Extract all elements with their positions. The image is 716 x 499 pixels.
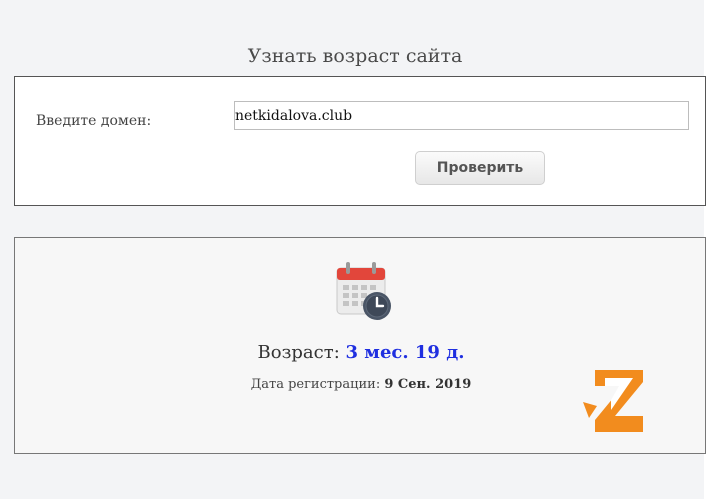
age-value: 3 мес. 19 д. [345,342,465,363]
domain-form: Введите домен: Проверить [14,76,706,206]
domain-input[interactable] [234,101,689,130]
registration-date: 9 Сен. 2019 [384,377,472,392]
domain-label: Введите домен: [36,113,152,129]
age-line: Возраст: 3 мес. 19 д. [15,342,707,363]
registration-label: Дата регистрации: [250,377,381,392]
calendar-clock-icon [336,262,391,320]
page-title: Узнать возраст сайта [247,45,463,67]
z-logo-icon [583,370,643,432]
result-panel: Возраст: 3 мес. 19 д. Дата регистрации: … [14,237,706,454]
age-label: Возраст: [257,342,340,363]
check-button[interactable]: Проверить [415,151,545,185]
